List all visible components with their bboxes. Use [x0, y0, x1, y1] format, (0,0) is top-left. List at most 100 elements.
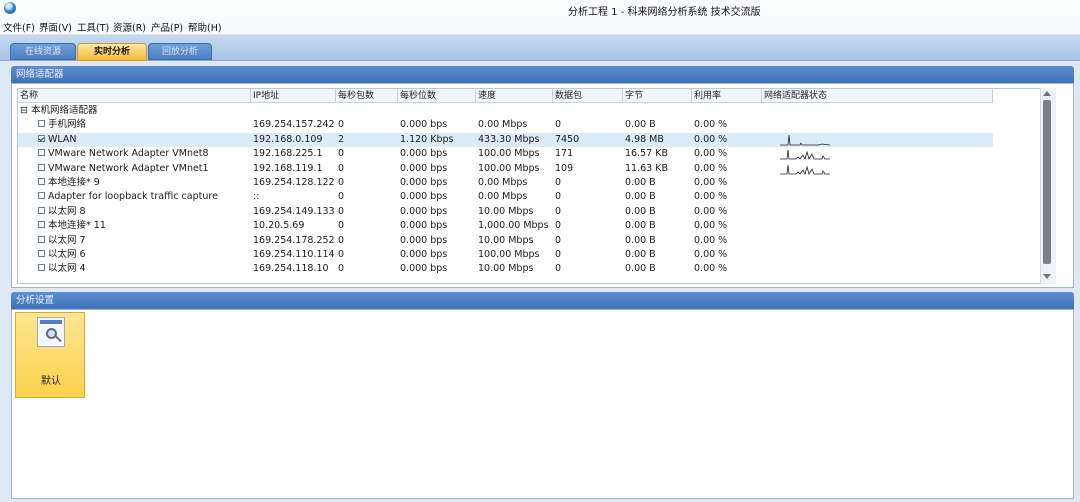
cell-bps: 0.000 bps [400, 119, 448, 131]
adapter-checkbox[interactable] [38, 250, 45, 257]
adapter-name[interactable]: Adapter for loopback traffic capture [38, 190, 218, 204]
tab-realtime-analysis[interactable]: 实时分析 [77, 43, 147, 61]
adapter-panel-header: 网络适配器 [11, 66, 1074, 83]
cell-bytes: 0.00 B [625, 234, 656, 246]
col-pps[interactable]: 每秒包数 [336, 89, 398, 103]
sparkline-path [780, 164, 830, 175]
adapter-checkbox[interactable] [38, 163, 45, 171]
adapter-name[interactable]: 手机网络 [38, 118, 86, 132]
profile-default-card[interactable]: 默认 [15, 312, 85, 398]
adapter-checkbox[interactable] [38, 192, 45, 200]
scroll-thumb[interactable] [1043, 100, 1051, 264]
adapter-checkbox[interactable] [38, 206, 45, 214]
cell-speed: 433.30 Mbps [478, 133, 540, 145]
cell-speed: 0.00 Mbps [478, 191, 528, 203]
cell-pps: 0 [338, 249, 345, 260]
adapter-checkbox[interactable] [38, 264, 45, 272]
adapter-checkbox[interactable] [38, 178, 45, 185]
cell-speed: 1,000.00 Mbps [478, 220, 549, 232]
menu-file[interactable]: 文件(F) [3, 20, 35, 34]
cell-speed: 100.00 Mbps [478, 148, 540, 160]
cell-packets: 0 [555, 220, 562, 232]
adapter-name-text: 以太网 7 [48, 234, 86, 246]
cell-speed: 100.00 Mbps [478, 162, 540, 174]
cell-packets: 0 [555, 249, 562, 260]
cell-ip: 169.254.157.242 [253, 119, 335, 131]
table-row[interactable]: VMware Network Adapter VMnet8 192.168.225… [18, 147, 993, 161]
table-row[interactable]: Adapter for loopback traffic capture:: 0 0… [18, 190, 993, 204]
table-row[interactable]: VMware Network Adapter VMnet1 192.168.119… [18, 162, 993, 176]
cell-speed: 0.00 Mbps [478, 119, 528, 131]
cell-util: 0.00 % [694, 148, 728, 160]
cell-speed: 10.00 Mbps [478, 205, 534, 217]
adapter-table-scrollbar[interactable] [1040, 88, 1056, 284]
cell-speed: 10.00 Mbps [478, 234, 534, 246]
adapter-name[interactable]: 本地连接* 11 [38, 219, 106, 233]
adapter-checkbox[interactable] [38, 221, 45, 229]
settings-panel-header: 分析设置 [11, 292, 1074, 309]
table-row[interactable]: 以太网 6 169.254.110.114 0 0.000 bps 100.00 Mbp… [18, 248, 993, 262]
menu-resources[interactable]: 资源(R) [113, 20, 146, 34]
cell-bps: 0.000 bps [400, 249, 448, 260]
table-row[interactable]: 以太网 8 169.254.149.133 0 0.000 bps 10.00 Mbps… [18, 205, 993, 219]
col-bytes[interactable]: 字节 [623, 89, 692, 103]
adapter-name-text: WLAN [48, 133, 77, 145]
cell-pps: 0 [338, 263, 345, 275]
cell-util: 0.00 % [694, 234, 728, 246]
adapter-checkbox[interactable] [38, 235, 45, 243]
col-ip[interactable]: IP地址 [251, 89, 336, 103]
adapter-name[interactable]: VMware Network Adapter VMnet8 [38, 147, 209, 161]
menu-tools[interactable]: 工具(T) [77, 20, 109, 34]
group-row[interactable]: ⊟ 本机网络适配器 [18, 104, 993, 118]
adapter-name-text: 以太网 4 [48, 263, 86, 275]
cell-util: 0.00 % [694, 133, 728, 145]
scroll-up-arrow-icon[interactable] [1043, 91, 1051, 96]
cell-speed: 0.00 Mbps [478, 177, 528, 188]
menu-help[interactable]: 帮助(H) [188, 20, 222, 34]
adapter-name-text: VMware Network Adapter VMnet1 [48, 162, 209, 174]
table-row[interactable]: 本地连接* 9 169.254.128.122 0 0.000 bps 0.00 Mbp… [18, 176, 993, 190]
col-bps[interactable]: 每秒位数 [398, 89, 476, 103]
adapter-name[interactable]: WLAN [38, 133, 77, 147]
adapter-checkbox[interactable] [38, 120, 45, 128]
adapter-name[interactable]: 以太网 7 [38, 234, 86, 248]
col-adapter-status[interactable]: 网络适配器状态 [762, 89, 993, 103]
scroll-down-arrow-icon[interactable] [1043, 274, 1051, 279]
menu-view[interactable]: 界面(V) [39, 20, 72, 34]
table-row[interactable]: WLAN 192.168.0.109 2 1.120 Kbps 433.30 Mbps 7… [18, 132, 993, 148]
col-name[interactable]: 名称 [18, 89, 251, 103]
col-speed[interactable]: 速度 [476, 89, 553, 103]
adapter-name-text: 以太网 8 [48, 205, 86, 217]
cell-packets: 0 [555, 191, 562, 203]
table-row[interactable]: 手机网络 169.254.157.242 0 0.000 bps 0.00 Mbps 0 0… [18, 118, 993, 132]
cell-pps: 0 [338, 191, 345, 203]
cell-pps: 0 [338, 220, 345, 232]
col-packets[interactable]: 数据包 [553, 89, 623, 103]
cell-bytes: 0.00 B [625, 119, 656, 131]
cell-bytes: 11.63 KB [625, 162, 668, 174]
col-utilization[interactable]: 利用率 [692, 89, 762, 103]
cell-bps: 0.000 bps [400, 148, 448, 160]
app-logo-icon [4, 2, 16, 14]
tab-playback-analysis[interactable]: 回放分析 [148, 43, 212, 60]
adapter-traffic-sparkline [780, 164, 830, 175]
table-row[interactable]: 本地连接* 11 10.20.5.69 0 0.000 bps 1,000.00 Mbp… [18, 219, 993, 233]
adapter-name[interactable]: 以太网 6 [38, 248, 86, 262]
cell-util: 0.00 % [694, 119, 728, 131]
adapter-name[interactable]: 以太网 4 [38, 262, 86, 276]
cell-bps: 0.000 bps [400, 177, 448, 188]
cell-speed: 10.00 Mbps [478, 263, 534, 275]
cell-util: 0.00 % [694, 249, 728, 260]
table-row[interactable]: 以太网 7 169.254.178.252 0 0.000 bps 10.00 Mbps… [18, 234, 993, 248]
tab-online-resources[interactable]: 在线资源 [10, 43, 76, 60]
adapter-name[interactable]: VMware Network Adapter VMnet1 [38, 162, 209, 176]
adapter-checkbox[interactable] [38, 149, 45, 157]
adapter-name[interactable]: 本地连接* 9 [38, 176, 100, 190]
cell-util: 0.00 % [694, 191, 728, 203]
table-row[interactable]: 以太网 4 169.254.118.10 0 0.000 bps 10.00 Mbps 0… [18, 262, 993, 276]
adapter-name-text: 本地连接* 11 [48, 220, 106, 232]
menu-product[interactable]: 产品(P) [151, 20, 183, 34]
adapter-name[interactable]: 以太网 8 [38, 205, 86, 219]
adapter-name-text: 本地连接* 9 [48, 177, 100, 188]
adapter-checkbox[interactable] [38, 134, 45, 142]
